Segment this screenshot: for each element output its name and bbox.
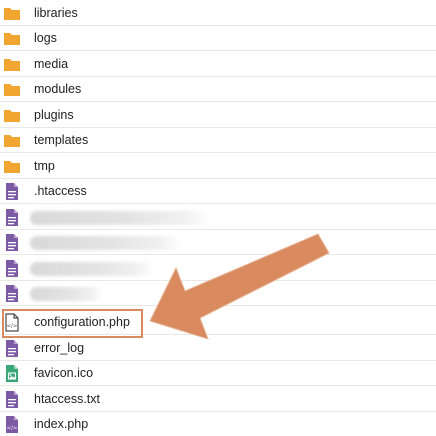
folder-row-modules[interactable]: modules — [0, 77, 436, 102]
folder-icon — [3, 80, 21, 99]
file-row-favicon[interactable]: favicon.ico — [0, 361, 436, 386]
file-name: favicon.ico — [34, 366, 94, 380]
file-row-redacted[interactable] — [0, 230, 436, 255]
file-row-redacted[interactable] — [0, 205, 436, 230]
file-name: htaccess.txt — [34, 392, 100, 406]
file-icon — [3, 182, 21, 201]
file-name: configuration.php — [34, 315, 130, 329]
folder-row-logs[interactable]: logs — [0, 26, 436, 51]
redacted-filename-blur — [30, 236, 182, 250]
file-row-redacted[interactable] — [0, 256, 436, 281]
file-name: modules — [34, 82, 82, 96]
svg-text:</>: </> — [6, 426, 17, 432]
file-row-htaccess-txt[interactable]: htaccess.txt — [0, 387, 436, 412]
file-name: media — [34, 57, 69, 71]
folder-icon — [3, 4, 21, 23]
file-name: libraries — [34, 6, 78, 20]
folder-icon — [3, 131, 21, 150]
folder-icon — [3, 106, 21, 125]
file-name: tmp — [34, 159, 55, 173]
folder-row-plugins[interactable]: plugins — [0, 103, 436, 128]
folder-icon — [3, 29, 21, 48]
folder-icon — [3, 55, 21, 74]
file-list: libraries logs media modules plugins tem… — [0, 0, 436, 436]
svg-text:</>: </> — [6, 324, 17, 330]
file-icon — [3, 208, 21, 227]
file-name: index.php — [34, 417, 89, 431]
folder-row-templates[interactable]: templates — [0, 128, 436, 153]
file-icon — [3, 233, 21, 252]
screenshot-stage: libraries logs media modules plugins tem… — [0, 0, 436, 436]
file-row-index-php[interactable]: </> index.php — [0, 412, 436, 436]
file-name: plugins — [34, 108, 74, 122]
file-icon — [3, 390, 21, 409]
file-icon — [3, 259, 21, 278]
file-name: error_log — [34, 341, 85, 355]
file-row-configuration-php[interactable]: </> configuration.php — [0, 310, 436, 335]
php-file-icon: </> — [3, 313, 21, 332]
file-row-redacted[interactable] — [0, 281, 436, 306]
redacted-filename-blur — [30, 262, 154, 276]
redacted-filename-blur — [30, 211, 210, 225]
redacted-filename-blur — [30, 287, 102, 301]
folder-row-tmp[interactable]: tmp — [0, 154, 436, 179]
folder-icon — [3, 157, 21, 176]
file-name: logs — [34, 31, 57, 45]
file-name: .htaccess — [34, 184, 87, 198]
php-file-icon: </> — [3, 415, 21, 434]
file-icon — [3, 339, 21, 358]
file-row-error-log[interactable]: error_log — [0, 336, 436, 361]
folder-row-libraries[interactable]: libraries — [0, 1, 436, 26]
file-name: templates — [34, 133, 89, 147]
folder-row-media[interactable]: media — [0, 52, 436, 77]
file-row-htaccess[interactable]: .htaccess — [0, 179, 436, 204]
file-icon — [3, 284, 21, 303]
image-file-icon — [3, 364, 21, 383]
